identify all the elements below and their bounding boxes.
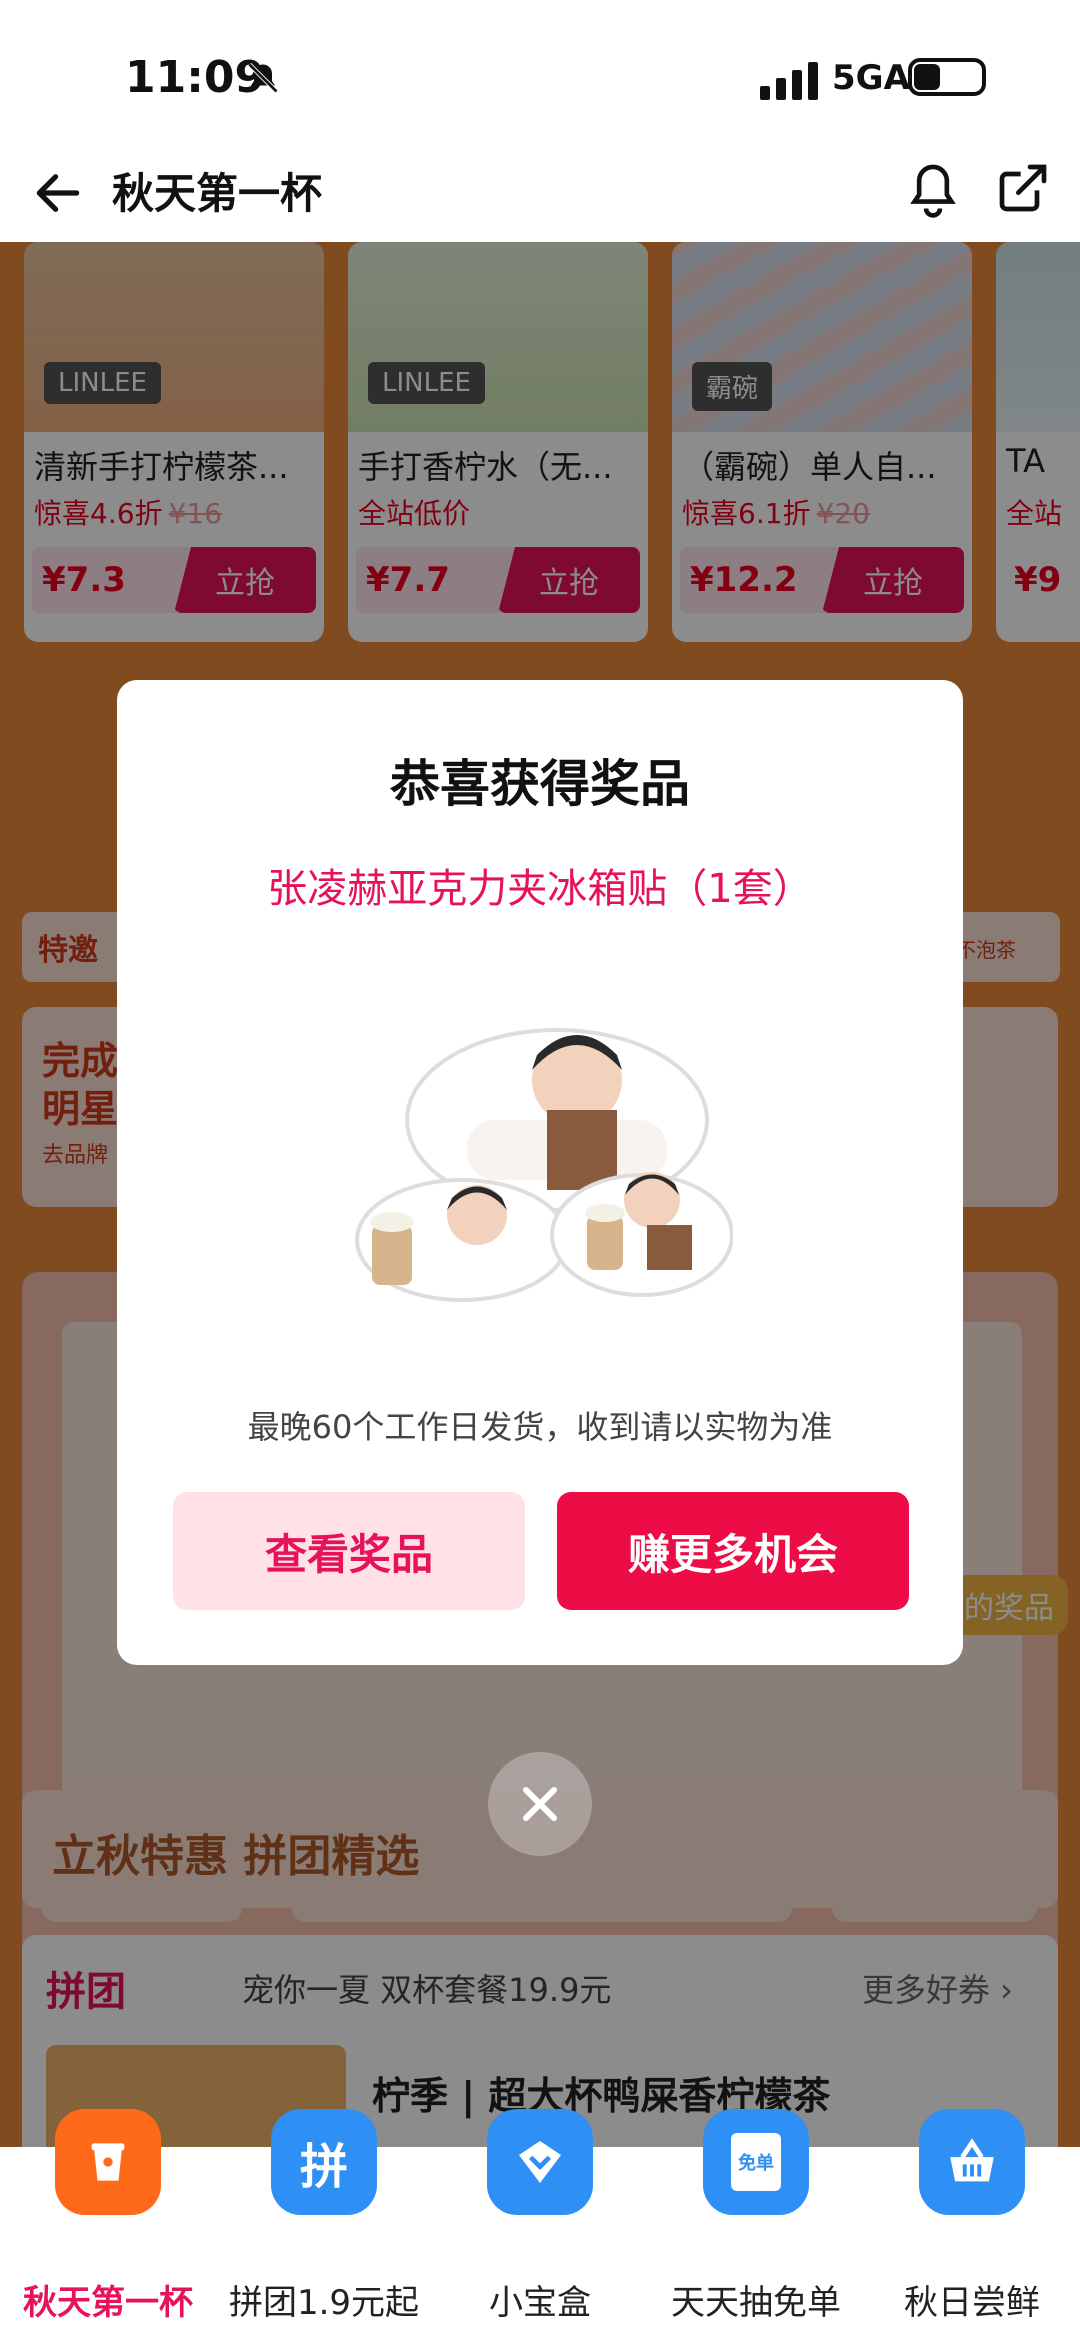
close-icon xyxy=(523,1787,557,1821)
box-icon xyxy=(487,2109,593,2215)
earn-more-chances-button[interactable]: 赚更多机会 xyxy=(557,1492,909,1610)
battery-level xyxy=(914,64,940,90)
nav-label: 秋日尝鲜 xyxy=(904,2283,1040,2323)
back-arrow-icon[interactable] xyxy=(30,165,86,221)
basket-icon xyxy=(919,2109,1025,2215)
close-modal-button[interactable] xyxy=(488,1752,592,1856)
notification-bell-icon[interactable] xyxy=(905,160,961,220)
prize-name: 张凌赫亚克力夹冰箱贴（1套） xyxy=(267,866,813,912)
nav-label: 小宝盒 xyxy=(489,2283,591,2323)
nav-label: 拼团1.9元起 xyxy=(228,2283,420,2323)
nav-label: 天天抽免单 xyxy=(671,2283,841,2323)
prize-image xyxy=(355,1028,733,1302)
prize-modal: 恭喜获得奖品 张凌赫亚克力夹冰箱贴（1套） 最晚60个工作日发货，收到请以实物为… xyxy=(117,680,963,1665)
pin-icon: 拼 xyxy=(271,2109,377,2215)
nav-item-group-buy[interactable]: 拼 拼团1.9元起 xyxy=(216,2109,432,2347)
nav-item-autumn-first-cup[interactable]: 秋天第一杯 xyxy=(0,2109,216,2347)
view-prize-button[interactable]: 查看奖品 xyxy=(173,1492,525,1610)
free-order-icon: 免单 xyxy=(703,2109,809,2215)
share-icon[interactable] xyxy=(995,160,1051,216)
nav-label: 秋天第一杯 xyxy=(23,2283,193,2323)
nav-item-free-order[interactable]: 免单 天天抽免单 xyxy=(648,2109,864,2347)
page-title: 秋天第一杯 xyxy=(112,169,323,218)
signal-icon xyxy=(760,62,818,100)
nav-item-treasure-box[interactable]: 小宝盒 xyxy=(432,2109,648,2347)
nav-item-autumn-taste[interactable]: 秋日尝鲜 xyxy=(864,2109,1080,2347)
network-type: 5GA xyxy=(832,58,910,98)
modal-title: 恭喜获得奖品 xyxy=(390,755,690,813)
muted-bell-icon xyxy=(247,62,279,94)
cup-icon xyxy=(55,2109,161,2215)
shipping-note: 最晚60个工作日发货，收到请以实物为准 xyxy=(247,1408,833,1446)
